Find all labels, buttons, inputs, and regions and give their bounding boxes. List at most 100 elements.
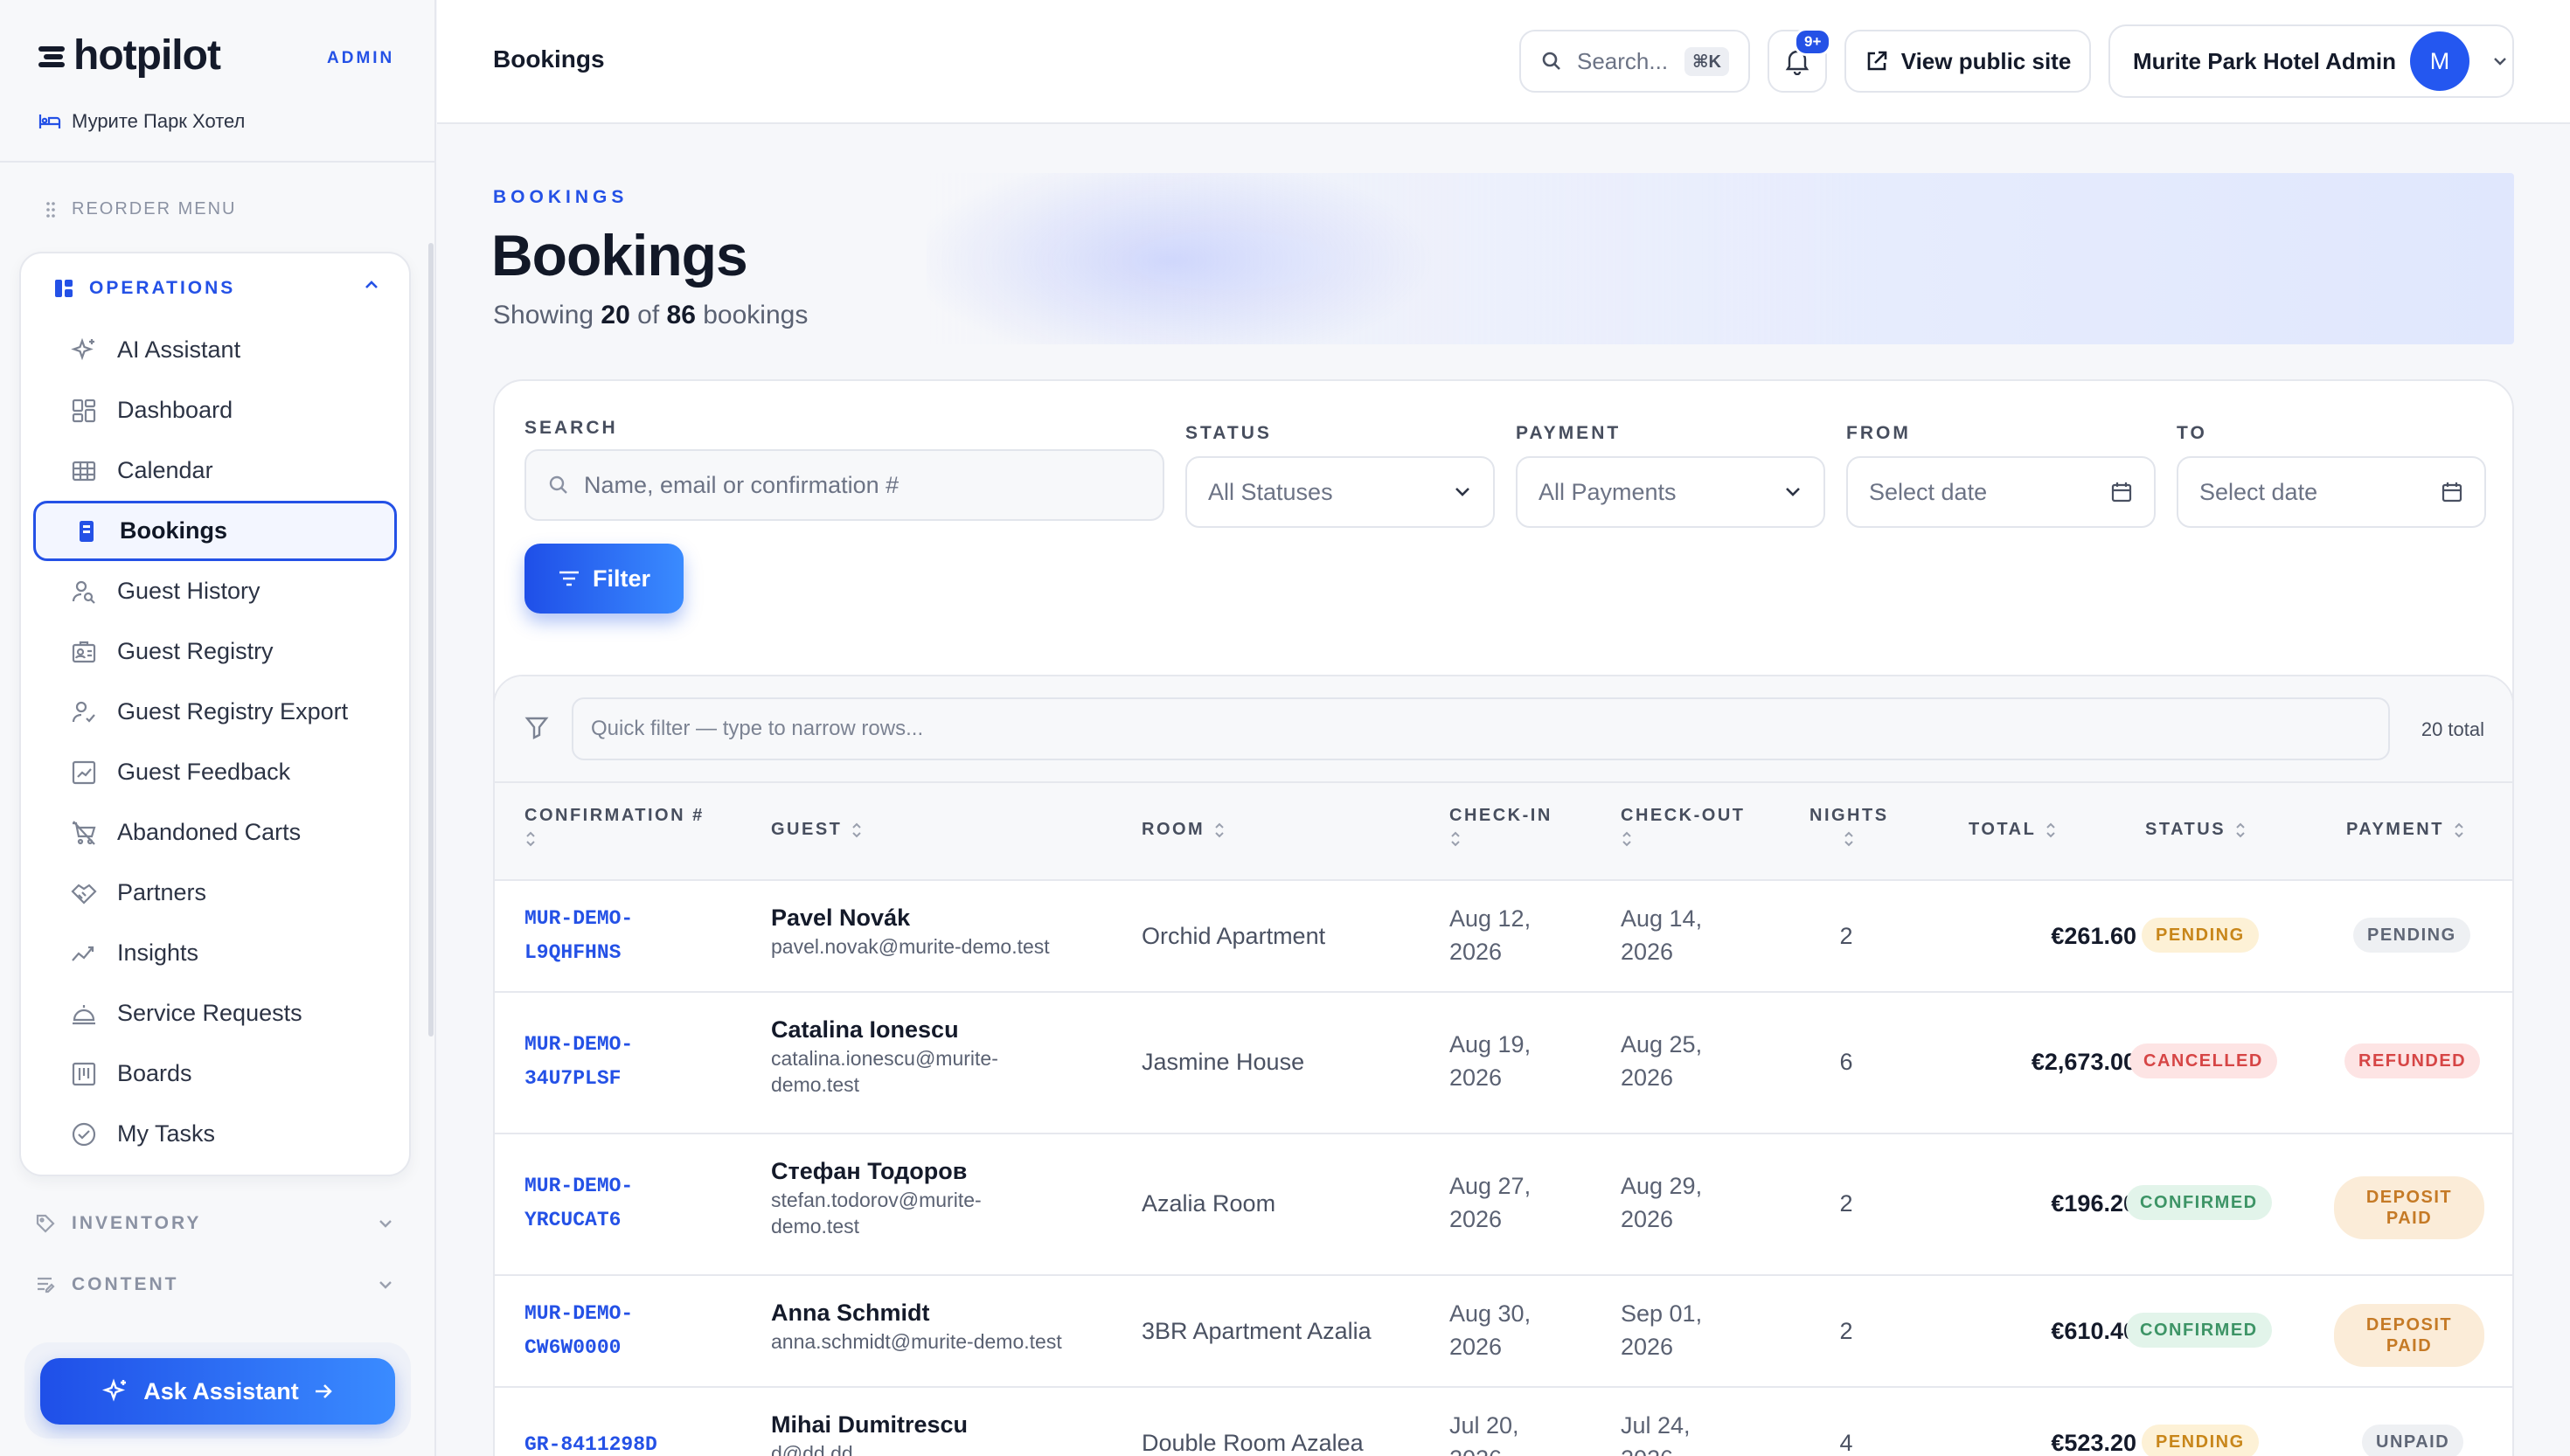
boards-icon	[72, 1062, 96, 1085]
sort-icon	[2455, 822, 2463, 837]
funnel-icon	[524, 717, 549, 739]
sidebar-item-calendar[interactable]: Calendar	[33, 440, 397, 501]
hotpilot-logo[interactable]: hotpilot	[38, 31, 221, 80]
checkout-date: Aug 14, 2026	[1621, 902, 1734, 968]
sidebar-item-bookings[interactable]: Bookings	[33, 501, 397, 561]
page-title: Bookings	[491, 223, 748, 288]
sidebar-item-guest-history[interactable]: Guest History	[33, 561, 397, 621]
payment-select-value: All Payments	[1539, 478, 1677, 505]
confirmation-link[interactable]: GR-8411298D	[524, 1428, 734, 1456]
column-guest[interactable]: GUEST	[771, 820, 863, 840]
confirmation-line-1: MUR-DEMO-	[524, 1175, 634, 1197]
column-total[interactable]: TOTAL	[1969, 820, 2057, 840]
column-room[interactable]: ROOM	[1142, 820, 1226, 840]
column-confirmation[interactable]: CONFIRMATION #	[524, 806, 705, 849]
search-label: SEARCH	[524, 418, 618, 438]
sidebar-item-dashboard[interactable]: Dashboard	[33, 380, 397, 440]
confirmation-link[interactable]: MUR-DEMO- YRCUCAT6	[524, 1169, 734, 1238]
filter-button[interactable]: Filter	[524, 544, 684, 614]
sidebar-item-service-requests[interactable]: Service Requests	[33, 983, 397, 1043]
column-checkout[interactable]: CHECK-OUT	[1621, 806, 1746, 849]
table-row[interactable]: MUR-DEMO- YRCUCAT6 Стефан Тодоров stefan.…	[495, 1134, 2512, 1276]
global-search[interactable]: Search... ⌘K	[1519, 30, 1750, 93]
from-date-input[interactable]: Select date	[1846, 456, 2156, 528]
search-shortcut: ⌘K	[1684, 46, 1729, 76]
sidebar-item-ai-assistant[interactable]: AI Assistant	[33, 320, 397, 380]
calendar-icon	[2111, 482, 2132, 503]
payment-label: PAYMENT	[1516, 423, 1622, 443]
registry-icon	[72, 641, 96, 662]
nights-count: 4	[1839, 1430, 1853, 1456]
column-payment[interactable]: PAYMENT	[2346, 820, 2465, 840]
payment-badge: DEPOSIT PAID	[2334, 1304, 2484, 1367]
total-count: 20 total	[2421, 718, 2484, 740]
page-eyebrow: BOOKINGS	[493, 187, 629, 207]
confirmation-link[interactable]: MUR-DEMO- CW6W0000	[524, 1297, 734, 1365]
user-menu[interactable]: Murite Park Hotel Admin M	[2108, 24, 2514, 98]
search-icon	[1542, 52, 1560, 70]
sidebar-item-abandoned-carts[interactable]: Abandoned Carts	[33, 802, 397, 863]
quick-filter-placeholder: Quick filter — type to narrow rows...	[591, 717, 924, 740]
payment-badge-line-1: DEPOSIT	[2365, 1315, 2453, 1335]
operations-header[interactable]: OPERATIONS	[54, 278, 235, 299]
column-checkout-label: CHECK-OUT	[1621, 806, 1746, 825]
checkout-date-line-1: Jul 24,	[1621, 1412, 1691, 1439]
hotel-name[interactable]: Мурите Парк Хотел	[38, 110, 245, 133]
chevron-down-icon	[1786, 488, 1800, 496]
table-row[interactable]: MUR-DEMO- L9QHFHNS Pavel Novák pavel.nova…	[495, 881, 2512, 993]
sidebar-item-label: Dashboard	[117, 397, 233, 423]
calendar-icon	[2442, 482, 2462, 503]
sort-icon	[2046, 822, 2056, 837]
user-name: Murite Park Hotel Admin	[2133, 47, 2396, 74]
status-label: STATUS	[1185, 423, 1272, 443]
search-icon	[549, 475, 567, 494]
sidebar-item-guest-feedback[interactable]: Guest Feedback	[33, 742, 397, 802]
guest-email: anna.schmidt@murite-demo.test	[771, 1330, 1062, 1353]
sidebar-item-label: Abandoned Carts	[117, 819, 302, 845]
ask-assistant-button[interactable]: Ask Assistant	[40, 1358, 395, 1425]
column-room-label: ROOM	[1142, 820, 1205, 839]
quick-filter-input[interactable]: Quick filter — type to narrow rows...	[572, 697, 2390, 760]
showing-total: 86	[666, 301, 696, 329]
from-label: FROM	[1846, 423, 1911, 443]
bookings-search-input[interactable]: Name, email or confirmation #	[524, 449, 1164, 521]
confirmation-link[interactable]: MUR-DEMO- L9QHFHNS	[524, 902, 734, 970]
chevron-up-icon[interactable]	[364, 280, 379, 290]
user-check-icon	[72, 701, 95, 723]
table-row[interactable]: GR-8411298D Mihai Dumitrescu d@dd.dd Dou…	[495, 1388, 2512, 1456]
nights-count: 2	[1839, 1190, 1853, 1217]
column-status[interactable]: STATUS	[2145, 820, 2247, 840]
table-row[interactable]: MUR-DEMO- CW6W0000 Anna Schmidt anna.schm…	[495, 1276, 2512, 1388]
room-name: Azalia Room	[1142, 1190, 1276, 1217]
status-select[interactable]: All Statuses	[1185, 456, 1495, 528]
confirmation-link[interactable]: MUR-DEMO- 34U7PLSF	[524, 1028, 734, 1096]
column-checkin-label: CHECK-IN	[1449, 806, 1552, 825]
showing-count: 20	[601, 301, 630, 329]
sidebar-item-my-tasks[interactable]: My Tasks	[33, 1104, 397, 1164]
sidebar-item-insights[interactable]: Insights	[33, 923, 397, 983]
status-select-value: All Statuses	[1208, 478, 1333, 505]
sidebar: hotpilot ADMIN Мурите Парк Хотел REORDER…	[0, 0, 436, 1456]
view-public-site-button[interactable]: View public site	[1844, 30, 2091, 93]
sidebar-scrollbar[interactable]	[428, 243, 434, 1037]
sidebar-item-label: Boards	[117, 1060, 192, 1086]
to-date-input[interactable]: Select date	[2177, 456, 2486, 528]
inventory-section[interactable]: INVENTORY	[35, 1213, 393, 1234]
column-nights[interactable]: NIGHTS	[1809, 806, 1889, 849]
content-section[interactable]: CONTENT	[35, 1274, 393, 1295]
payment-badge: DEPOSIT PAID	[2334, 1176, 2484, 1239]
booking-total: €523.20	[2051, 1430, 2136, 1456]
column-checkin[interactable]: CHECK-IN	[1449, 806, 1552, 849]
sidebar-item-boards[interactable]: Boards	[33, 1043, 397, 1104]
chevron-down-icon	[379, 1220, 392, 1228]
guest-cell: Стефан Тодоров stefan.todorov@murite- de…	[771, 1155, 1025, 1239]
payment-badge-line-2: PAID	[2386, 1209, 2433, 1228]
payment-select[interactable]: All Payments	[1516, 456, 1825, 528]
column-guest-label: GUEST	[771, 820, 843, 839]
table-row[interactable]: MUR-DEMO- 34U7PLSF Catalina Ionescu catal…	[495, 993, 2512, 1134]
reorder-menu-button[interactable]: REORDER MENU	[45, 199, 236, 219]
sidebar-item-guest-registry[interactable]: Guest Registry	[33, 621, 397, 682]
sidebar-item-partners[interactable]: Partners	[33, 863, 397, 923]
sidebar-item-guest-registry-export[interactable]: Guest Registry Export	[33, 682, 397, 742]
nights-count: 2	[1839, 923, 1853, 949]
